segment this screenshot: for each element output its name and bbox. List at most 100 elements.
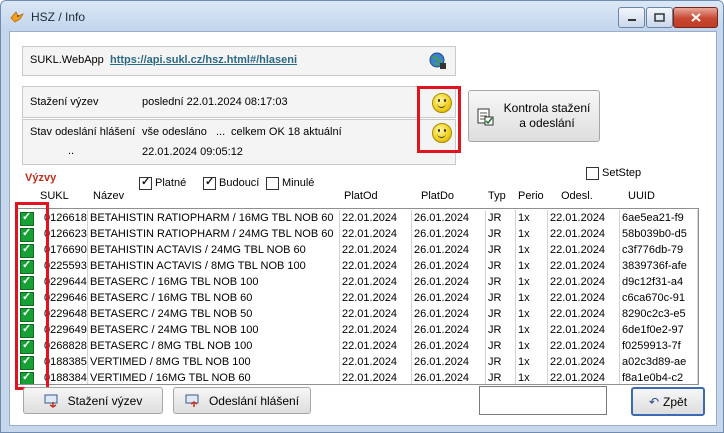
vyzvy-table[interactable]: 0126618BETAHISTIN RATIOPHARM / 16MG TBL … — [15, 208, 699, 385]
cell-perio: 1x — [516, 226, 548, 242]
col-header-platod[interactable]: PlatOd — [344, 190, 378, 202]
table-row[interactable]: 0188384VERTIMED / 16MG TBL NOB 6022.01.2… — [16, 370, 698, 384]
cell-odesl: 22.01.2024 — [548, 226, 620, 242]
cell-perio: 1x — [516, 242, 548, 258]
sending-summary: celkem OK 18 aktuální — [231, 126, 342, 138]
minimize-button[interactable] — [618, 7, 645, 28]
highlight-box-status — [417, 86, 461, 153]
download-value: poslední 22.01.2024 08:17:03 — [142, 96, 288, 108]
odeslani-hlaseni-label: Odeslání hlášení — [208, 393, 300, 408]
cell-nazev: BETAHISTIN ACTAVIS / 24MG TBL NOB 60 — [88, 242, 340, 258]
cell-perio: 1x — [516, 258, 548, 274]
table-row[interactable]: 0229648BETASERC / 24MG TBL NOB 5022.01.2… — [16, 306, 698, 322]
cell-odesl: 22.01.2024 — [548, 242, 620, 258]
cell-typ: JR — [486, 210, 516, 226]
cell-perio: 1x — [516, 306, 548, 322]
table-row[interactable]: 0126623BETAHISTIN RATIOPHARM / 24MG TBL … — [16, 226, 698, 242]
cell-od: 22.01.2024 — [340, 226, 412, 242]
document-check-icon — [477, 108, 494, 126]
cell-uuid: 8290c2c3-e5 — [620, 306, 698, 322]
budouci-checkbox[interactable] — [203, 175, 216, 190]
cell-perio: 1x — [516, 274, 548, 290]
table-row[interactable]: 0176690BETAHISTIN ACTAVIS / 24MG TBL NOB… — [16, 242, 698, 258]
cell-uuid: f0259913-7f — [620, 338, 698, 354]
cell-od: 22.01.2024 — [340, 322, 412, 338]
table-row[interactable]: 0229649BETASERC / 24MG TBL NOB 10022.01.… — [16, 322, 698, 338]
cell-typ: JR — [486, 306, 516, 322]
bird-icon — [10, 11, 24, 23]
cell-odesl: 22.01.2024 — [548, 306, 620, 322]
cell-odesl: 22.01.2024 — [548, 258, 620, 274]
minule-checkbox[interactable] — [266, 177, 279, 190]
col-header-typ[interactable]: Typ — [488, 190, 506, 202]
cell-od: 22.01.2024 — [340, 274, 412, 290]
col-header-perio[interactable]: Perio — [518, 190, 544, 202]
table-row[interactable]: 0126618BETAHISTIN RATIOPHARM / 16MG TBL … — [16, 210, 698, 226]
cell-od: 22.01.2024 — [340, 354, 412, 370]
cell-odesl: 22.01.2024 — [548, 322, 620, 338]
cell-do: 26.01.2024 — [412, 354, 486, 370]
maximize-icon — [654, 13, 665, 22]
col-header-uuid[interactable]: UUID — [628, 190, 655, 202]
table-row[interactable]: 0188385VERTIMED / 8MG TBL NOB 10022.01.2… — [16, 354, 698, 370]
cell-nazev: VERTIMED / 16MG TBL NOB 60 — [88, 370, 340, 384]
platne-checkbox[interactable] — [139, 175, 152, 190]
table-row[interactable]: 0225593BETAHISTIN ACTAVIS / 8MG TBL NOB … — [16, 258, 698, 274]
setstep-label[interactable]: SetStep — [602, 167, 641, 179]
sending-datetime: 22.01.2024 09:05:12 — [142, 146, 243, 158]
maximize-button[interactable] — [646, 7, 673, 28]
stazeni-vyzev-label: Stažení výzev — [67, 393, 143, 408]
budouci-label[interactable]: Budoucí — [219, 177, 259, 189]
col-header-odesl[interactable]: Odesl. — [561, 190, 593, 202]
cell-uuid: 6ae5ea21-f9 — [620, 210, 698, 226]
webapp-link[interactable]: https://api.sukl.cz/hsz.html#/hlaseni — [110, 54, 297, 66]
cell-uuid: c3f776db-79 — [620, 242, 698, 258]
cell-do: 26.01.2024 — [412, 306, 486, 322]
download-label: Stažení výzev — [30, 96, 99, 108]
cell-nazev: BETAHISTIN ACTAVIS / 8MG TBL NOB 100 — [88, 258, 340, 274]
platne-label[interactable]: Platné — [155, 177, 186, 189]
download-icon — [44, 394, 58, 408]
cell-perio: 1x — [516, 370, 548, 384]
cell-odesl: 22.01.2024 — [548, 370, 620, 384]
cell-uuid: 3839736f-afe — [620, 258, 698, 274]
check-download-button[interactable]: Kontrola stažení a odeslání — [468, 90, 600, 142]
table-row[interactable]: 0268828BETASERC / 8MG TBL NOB 10022.01.2… — [16, 338, 698, 354]
cell-typ: JR — [486, 226, 516, 242]
cell-do: 26.01.2024 — [412, 258, 486, 274]
cell-od: 22.01.2024 — [340, 258, 412, 274]
close-icon — [690, 13, 701, 22]
section-label-vyzvy: Výzvy — [25, 172, 57, 184]
cell-typ: JR — [486, 370, 516, 384]
cell-do: 26.01.2024 — [412, 274, 486, 290]
cell-od: 22.01.2024 — [340, 338, 412, 354]
window-title: HSZ / Info — [31, 10, 86, 24]
cell-nazev: BETAHISTIN RATIOPHARM / 16MG TBL NOB 60 — [88, 210, 340, 226]
minule-label[interactable]: Minulé — [282, 177, 314, 189]
zpet-button[interactable]: ↶ Zpět — [631, 387, 705, 416]
sending-status: vše odesláno — [142, 126, 207, 138]
cell-odesl: 22.01.2024 — [548, 274, 620, 290]
cell-uuid: 6de1f0e2-97 — [620, 322, 698, 338]
cell-typ: JR — [486, 242, 516, 258]
col-header-nazev[interactable]: Název — [93, 190, 124, 202]
col-header-platdo[interactable]: PlatDo — [421, 190, 454, 202]
setstep-checkbox[interactable] — [586, 167, 599, 180]
odeslani-hlaseni-button[interactable]: Odeslání hlášení — [173, 387, 311, 414]
cell-od: 22.01.2024 — [340, 306, 412, 322]
table-row[interactable]: 0229646BETASERC / 16MG TBL NOB 6022.01.2… — [16, 290, 698, 306]
back-arrow-icon: ↶ — [648, 394, 660, 409]
cell-perio: 1x — [516, 322, 548, 338]
cell-typ: JR — [486, 322, 516, 338]
cell-perio: 1x — [516, 210, 548, 226]
cell-nazev: BETASERC / 16MG TBL NOB 100 — [88, 274, 340, 290]
col-header-sukl[interactable]: SUKL — [40, 190, 69, 202]
stazeni-vyzev-button[interactable]: Stažení výzev — [23, 387, 163, 414]
title-bar[interactable]: HSZ / Info — [1, 1, 723, 31]
table-row[interactable]: 0229644BETASERC / 16MG TBL NOB 10022.01.… — [16, 274, 698, 290]
cell-perio: 1x — [516, 354, 548, 370]
cell-do: 26.01.2024 — [412, 210, 486, 226]
close-button[interactable] — [673, 7, 718, 28]
globe-icon[interactable] — [429, 52, 447, 70]
webapp-group: SUKL.WebApp https://api.sukl.cz/hsz.html… — [22, 46, 456, 76]
